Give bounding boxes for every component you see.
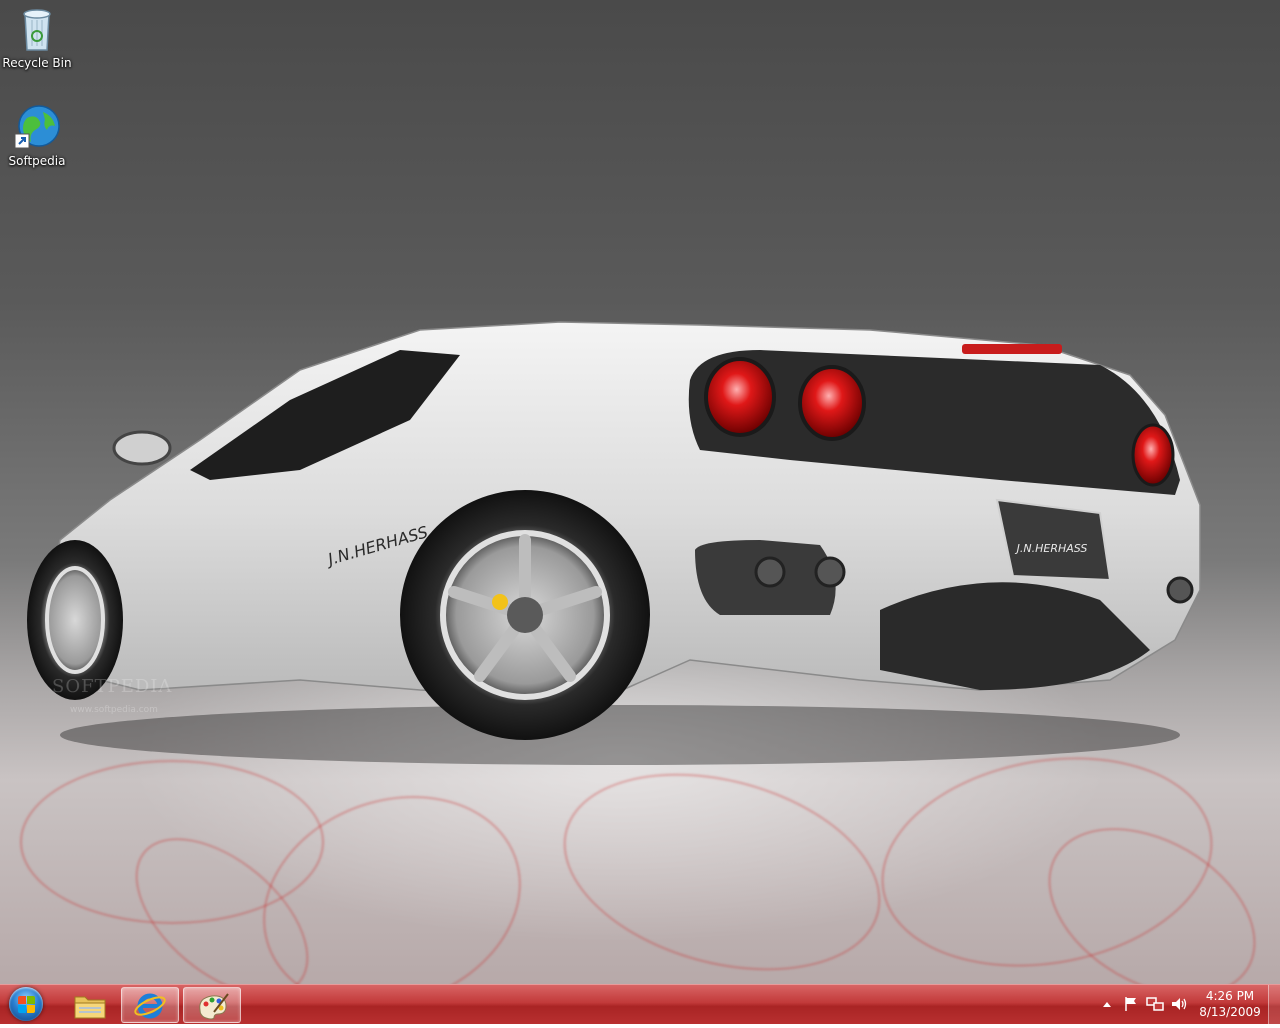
internet-explorer-icon <box>134 993 166 1019</box>
system-clock[interactable]: 4:26 PM 8/13/2009 <box>1194 988 1266 1020</box>
desktop-icon-label: Recycle Bin <box>2 56 72 70</box>
paint-palette-icon <box>199 993 229 1020</box>
start-button[interactable] <box>4 986 50 1024</box>
recycle-bin-icon <box>13 6 61 54</box>
action-center-flag-icon[interactable] <box>1122 995 1140 1013</box>
volume-icon[interactable] <box>1170 995 1188 1013</box>
globe-shortcut-icon <box>13 104 61 152</box>
sports-car-wallpaper: J.N.HERHASS J.N.HERHASS <box>27 321 1201 765</box>
taskbar: 4:26 PM 8/13/2009 <box>0 984 1280 1025</box>
show-hidden-icons-arrow-icon[interactable] <box>1098 995 1116 1013</box>
desktop-icon-label: Softpedia <box>8 154 66 168</box>
network-icon[interactable] <box>1146 995 1164 1013</box>
taskbar-button-internet-explorer[interactable] <box>121 987 179 1023</box>
windows-orb-icon <box>9 987 43 1021</box>
clock-time: 4:26 PM <box>1205 989 1255 1003</box>
plate-text: J.N.HERHASS <box>1015 542 1088 555</box>
desktop-background[interactable]: J.N.HERHASS J.N.HERHASS SOFTPEDIA www.so… <box>0 0 1280 984</box>
show-desktop-button[interactable] <box>1268 985 1280 1025</box>
clock-date: 8/13/2009 <box>1199 1005 1261 1019</box>
watermark-text: SOFTPEDIA <box>52 676 173 697</box>
desktop-icon-softpedia[interactable]: Softpedia <box>0 104 74 168</box>
desktop-icon-recycle-bin[interactable]: Recycle Bin <box>0 6 74 70</box>
folder-icon <box>74 996 106 1019</box>
taskbar-button-personalization[interactable] <box>183 987 241 1023</box>
watermark-url: www.softpedia.com <box>70 705 158 715</box>
taskbar-button-windows-explorer[interactable] <box>60 987 118 1023</box>
